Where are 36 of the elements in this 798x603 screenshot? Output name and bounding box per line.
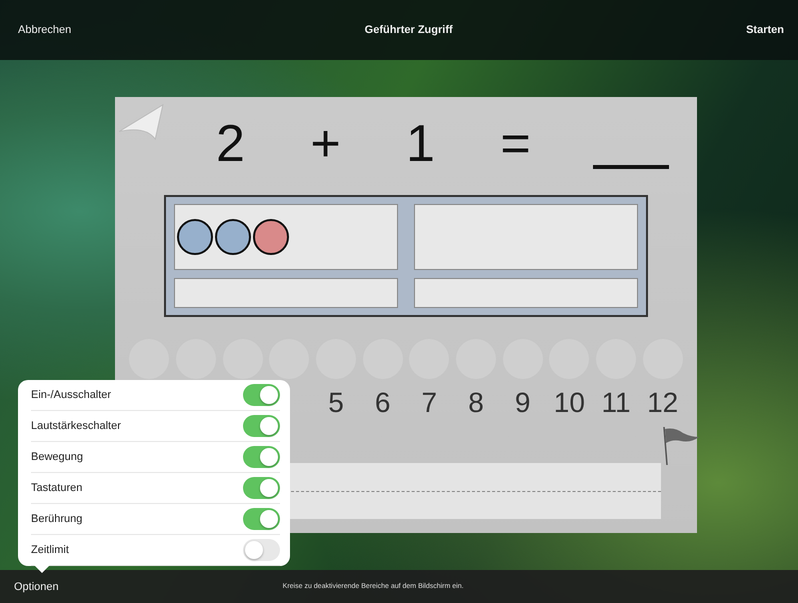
number-label: 8 (468, 386, 484, 420)
toggle-switch[interactable] (243, 477, 280, 499)
option-label: Lautstärkeschalter (31, 420, 121, 432)
cancel-button[interactable]: Abbrechen (14, 22, 76, 38)
number-label: 5 (328, 386, 344, 420)
toggle-switch[interactable] (243, 415, 280, 437)
counter-icon[interactable] (215, 219, 251, 255)
options-button[interactable]: Optionen (10, 578, 63, 594)
equation-term: 2 (215, 115, 246, 173)
option-label: Zeitlimit (31, 544, 69, 556)
toggle-switch[interactable] (243, 539, 280, 561)
counter-icon[interactable] (177, 219, 213, 255)
option-label: Tastaturen (31, 482, 82, 494)
circle-placeholder-icon (129, 339, 170, 379)
option-label: Bewegung (31, 451, 83, 463)
counter-icon[interactable] (253, 219, 289, 255)
number-label: 10 (554, 386, 585, 420)
equation-term: 1 (405, 115, 436, 173)
window-title: Geführter Zugriff (364, 24, 453, 36)
option-label: Berührung (31, 513, 82, 525)
equation-term: + (309, 115, 342, 173)
start-button[interactable]: Starten (742, 22, 788, 38)
number-label: 9 (514, 386, 530, 420)
toggle-switch[interactable] (243, 508, 280, 530)
circle-placeholder-icon (176, 339, 216, 379)
number-label: 12 (647, 386, 678, 420)
circle-placeholder-icon (269, 339, 310, 379)
circle-placeholder-icon (222, 339, 263, 379)
toggle-switch[interactable] (243, 446, 280, 468)
page-curl-icon (117, 103, 165, 141)
toggle-switch[interactable] (243, 384, 280, 406)
option-label: Ein-/Ausschalter (31, 389, 112, 401)
number-label: 6 (374, 386, 390, 420)
equation-term: = (499, 115, 532, 173)
number-label: 11 (601, 386, 631, 420)
number-label: 7 (422, 386, 438, 420)
